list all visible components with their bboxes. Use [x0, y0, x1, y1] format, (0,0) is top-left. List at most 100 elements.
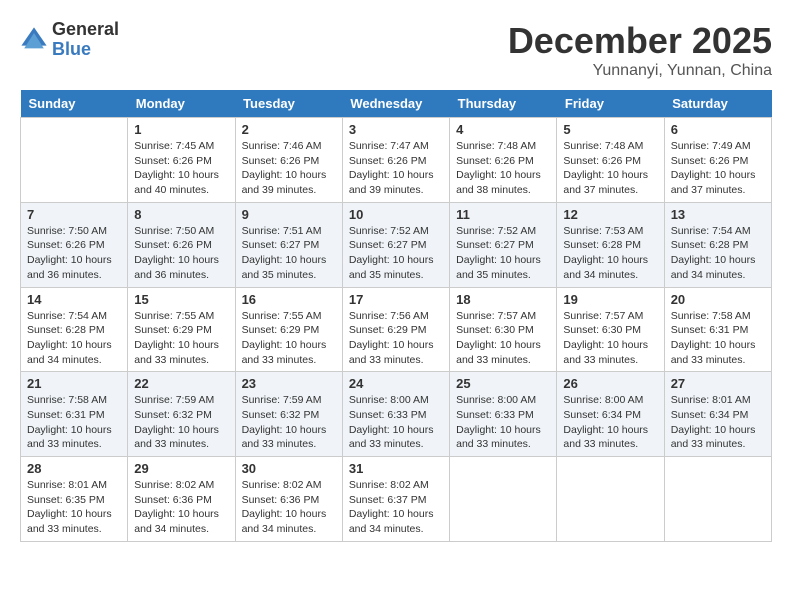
day-detail: Sunrise: 7:57 AMSunset: 6:30 PMDaylight:…: [456, 309, 550, 368]
table-row: 20 Sunrise: 7:58 AMSunset: 6:31 PMDaylig…: [664, 287, 771, 372]
day-number: 28: [27, 461, 121, 476]
table-row: [450, 457, 557, 542]
table-row: 22 Sunrise: 7:59 AMSunset: 6:32 PMDaylig…: [128, 372, 235, 457]
table-row: 18 Sunrise: 7:57 AMSunset: 6:30 PMDaylig…: [450, 287, 557, 372]
day-number: 1: [134, 122, 228, 137]
table-row: 3 Sunrise: 7:47 AMSunset: 6:26 PMDayligh…: [342, 118, 449, 203]
table-row: 5 Sunrise: 7:48 AMSunset: 6:26 PMDayligh…: [557, 118, 664, 203]
day-detail: Sunrise: 8:01 AMSunset: 6:35 PMDaylight:…: [27, 478, 121, 537]
table-row: 9 Sunrise: 7:51 AMSunset: 6:27 PMDayligh…: [235, 202, 342, 287]
table-row: 19 Sunrise: 7:57 AMSunset: 6:30 PMDaylig…: [557, 287, 664, 372]
table-row: 6 Sunrise: 7:49 AMSunset: 6:26 PMDayligh…: [664, 118, 771, 203]
table-row: 25 Sunrise: 8:00 AMSunset: 6:33 PMDaylig…: [450, 372, 557, 457]
day-detail: Sunrise: 7:59 AMSunset: 6:32 PMDaylight:…: [242, 393, 336, 452]
day-detail: Sunrise: 8:01 AMSunset: 6:34 PMDaylight:…: [671, 393, 765, 452]
calendar-week-row: 14 Sunrise: 7:54 AMSunset: 6:28 PMDaylig…: [21, 287, 772, 372]
table-row: [21, 118, 128, 203]
day-detail: Sunrise: 7:45 AMSunset: 6:26 PMDaylight:…: [134, 139, 228, 198]
day-detail: Sunrise: 8:02 AMSunset: 6:36 PMDaylight:…: [134, 478, 228, 537]
table-row: [664, 457, 771, 542]
table-row: 7 Sunrise: 7:50 AMSunset: 6:26 PMDayligh…: [21, 202, 128, 287]
day-number: 10: [349, 207, 443, 222]
table-row: 27 Sunrise: 8:01 AMSunset: 6:34 PMDaylig…: [664, 372, 771, 457]
calendar-week-row: 21 Sunrise: 7:58 AMSunset: 6:31 PMDaylig…: [21, 372, 772, 457]
day-number: 23: [242, 376, 336, 391]
day-number: 8: [134, 207, 228, 222]
logo-icon: [20, 26, 48, 54]
table-row: 14 Sunrise: 7:54 AMSunset: 6:28 PMDaylig…: [21, 287, 128, 372]
table-row: 8 Sunrise: 7:50 AMSunset: 6:26 PMDayligh…: [128, 202, 235, 287]
day-detail: Sunrise: 7:51 AMSunset: 6:27 PMDaylight:…: [242, 224, 336, 283]
day-number: 5: [563, 122, 657, 137]
location-title: Yunnanyi, Yunnan, China: [508, 62, 772, 80]
table-row: 31 Sunrise: 8:02 AMSunset: 6:37 PMDaylig…: [342, 457, 449, 542]
day-detail: Sunrise: 8:02 AMSunset: 6:37 PMDaylight:…: [349, 478, 443, 537]
day-detail: Sunrise: 8:02 AMSunset: 6:36 PMDaylight:…: [242, 478, 336, 537]
day-detail: Sunrise: 7:54 AMSunset: 6:28 PMDaylight:…: [671, 224, 765, 283]
day-number: 21: [27, 376, 121, 391]
table-row: 1 Sunrise: 7:45 AMSunset: 6:26 PMDayligh…: [128, 118, 235, 203]
day-detail: Sunrise: 8:00 AMSunset: 6:34 PMDaylight:…: [563, 393, 657, 452]
page-header: General Blue December 2025 Yunnanyi, Yun…: [20, 20, 772, 80]
day-number: 12: [563, 207, 657, 222]
table-row: 26 Sunrise: 8:00 AMSunset: 6:34 PMDaylig…: [557, 372, 664, 457]
table-row: 29 Sunrise: 8:02 AMSunset: 6:36 PMDaylig…: [128, 457, 235, 542]
day-number: 3: [349, 122, 443, 137]
day-detail: Sunrise: 7:55 AMSunset: 6:29 PMDaylight:…: [242, 309, 336, 368]
table-row: 21 Sunrise: 7:58 AMSunset: 6:31 PMDaylig…: [21, 372, 128, 457]
day-number: 9: [242, 207, 336, 222]
day-detail: Sunrise: 7:50 AMSunset: 6:26 PMDaylight:…: [27, 224, 121, 283]
day-number: 2: [242, 122, 336, 137]
day-number: 22: [134, 376, 228, 391]
day-number: 14: [27, 292, 121, 307]
calendar-header-row: Sunday Monday Tuesday Wednesday Thursday…: [21, 90, 772, 118]
day-number: 26: [563, 376, 657, 391]
day-number: 13: [671, 207, 765, 222]
table-row: 4 Sunrise: 7:48 AMSunset: 6:26 PMDayligh…: [450, 118, 557, 203]
table-row: 10 Sunrise: 7:52 AMSunset: 6:27 PMDaylig…: [342, 202, 449, 287]
table-row: 28 Sunrise: 8:01 AMSunset: 6:35 PMDaylig…: [21, 457, 128, 542]
day-number: 20: [671, 292, 765, 307]
logo-text: General Blue: [52, 20, 119, 60]
day-number: 25: [456, 376, 550, 391]
table-row: 12 Sunrise: 7:53 AMSunset: 6:28 PMDaylig…: [557, 202, 664, 287]
day-number: 6: [671, 122, 765, 137]
day-detail: Sunrise: 7:46 AMSunset: 6:26 PMDaylight:…: [242, 139, 336, 198]
day-number: 29: [134, 461, 228, 476]
calendar-week-row: 7 Sunrise: 7:50 AMSunset: 6:26 PMDayligh…: [21, 202, 772, 287]
header-wednesday: Wednesday: [342, 90, 449, 118]
calendar-table: Sunday Monday Tuesday Wednesday Thursday…: [20, 90, 772, 542]
day-detail: Sunrise: 7:52 AMSunset: 6:27 PMDaylight:…: [349, 224, 443, 283]
table-row: 24 Sunrise: 8:00 AMSunset: 6:33 PMDaylig…: [342, 372, 449, 457]
day-number: 4: [456, 122, 550, 137]
header-saturday: Saturday: [664, 90, 771, 118]
day-number: 18: [456, 292, 550, 307]
table-row: 13 Sunrise: 7:54 AMSunset: 6:28 PMDaylig…: [664, 202, 771, 287]
day-detail: Sunrise: 7:58 AMSunset: 6:31 PMDaylight:…: [671, 309, 765, 368]
day-number: 7: [27, 207, 121, 222]
day-detail: Sunrise: 7:54 AMSunset: 6:28 PMDaylight:…: [27, 309, 121, 368]
day-number: 24: [349, 376, 443, 391]
day-detail: Sunrise: 7:57 AMSunset: 6:30 PMDaylight:…: [563, 309, 657, 368]
calendar-week-row: 28 Sunrise: 8:01 AMSunset: 6:35 PMDaylig…: [21, 457, 772, 542]
day-detail: Sunrise: 7:47 AMSunset: 6:26 PMDaylight:…: [349, 139, 443, 198]
title-block: December 2025 Yunnanyi, Yunnan, China: [508, 20, 772, 80]
day-detail: Sunrise: 7:48 AMSunset: 6:26 PMDaylight:…: [563, 139, 657, 198]
day-detail: Sunrise: 7:50 AMSunset: 6:26 PMDaylight:…: [134, 224, 228, 283]
day-detail: Sunrise: 7:52 AMSunset: 6:27 PMDaylight:…: [456, 224, 550, 283]
day-detail: Sunrise: 7:55 AMSunset: 6:29 PMDaylight:…: [134, 309, 228, 368]
calendar-week-row: 1 Sunrise: 7:45 AMSunset: 6:26 PMDayligh…: [21, 118, 772, 203]
day-detail: Sunrise: 7:59 AMSunset: 6:32 PMDaylight:…: [134, 393, 228, 452]
day-detail: Sunrise: 7:53 AMSunset: 6:28 PMDaylight:…: [563, 224, 657, 283]
day-number: 17: [349, 292, 443, 307]
day-number: 11: [456, 207, 550, 222]
header-sunday: Sunday: [21, 90, 128, 118]
table-row: 16 Sunrise: 7:55 AMSunset: 6:29 PMDaylig…: [235, 287, 342, 372]
header-monday: Monday: [128, 90, 235, 118]
table-row: 15 Sunrise: 7:55 AMSunset: 6:29 PMDaylig…: [128, 287, 235, 372]
table-row: 11 Sunrise: 7:52 AMSunset: 6:27 PMDaylig…: [450, 202, 557, 287]
day-number: 31: [349, 461, 443, 476]
day-number: 30: [242, 461, 336, 476]
day-detail: Sunrise: 7:48 AMSunset: 6:26 PMDaylight:…: [456, 139, 550, 198]
table-row: 2 Sunrise: 7:46 AMSunset: 6:26 PMDayligh…: [235, 118, 342, 203]
